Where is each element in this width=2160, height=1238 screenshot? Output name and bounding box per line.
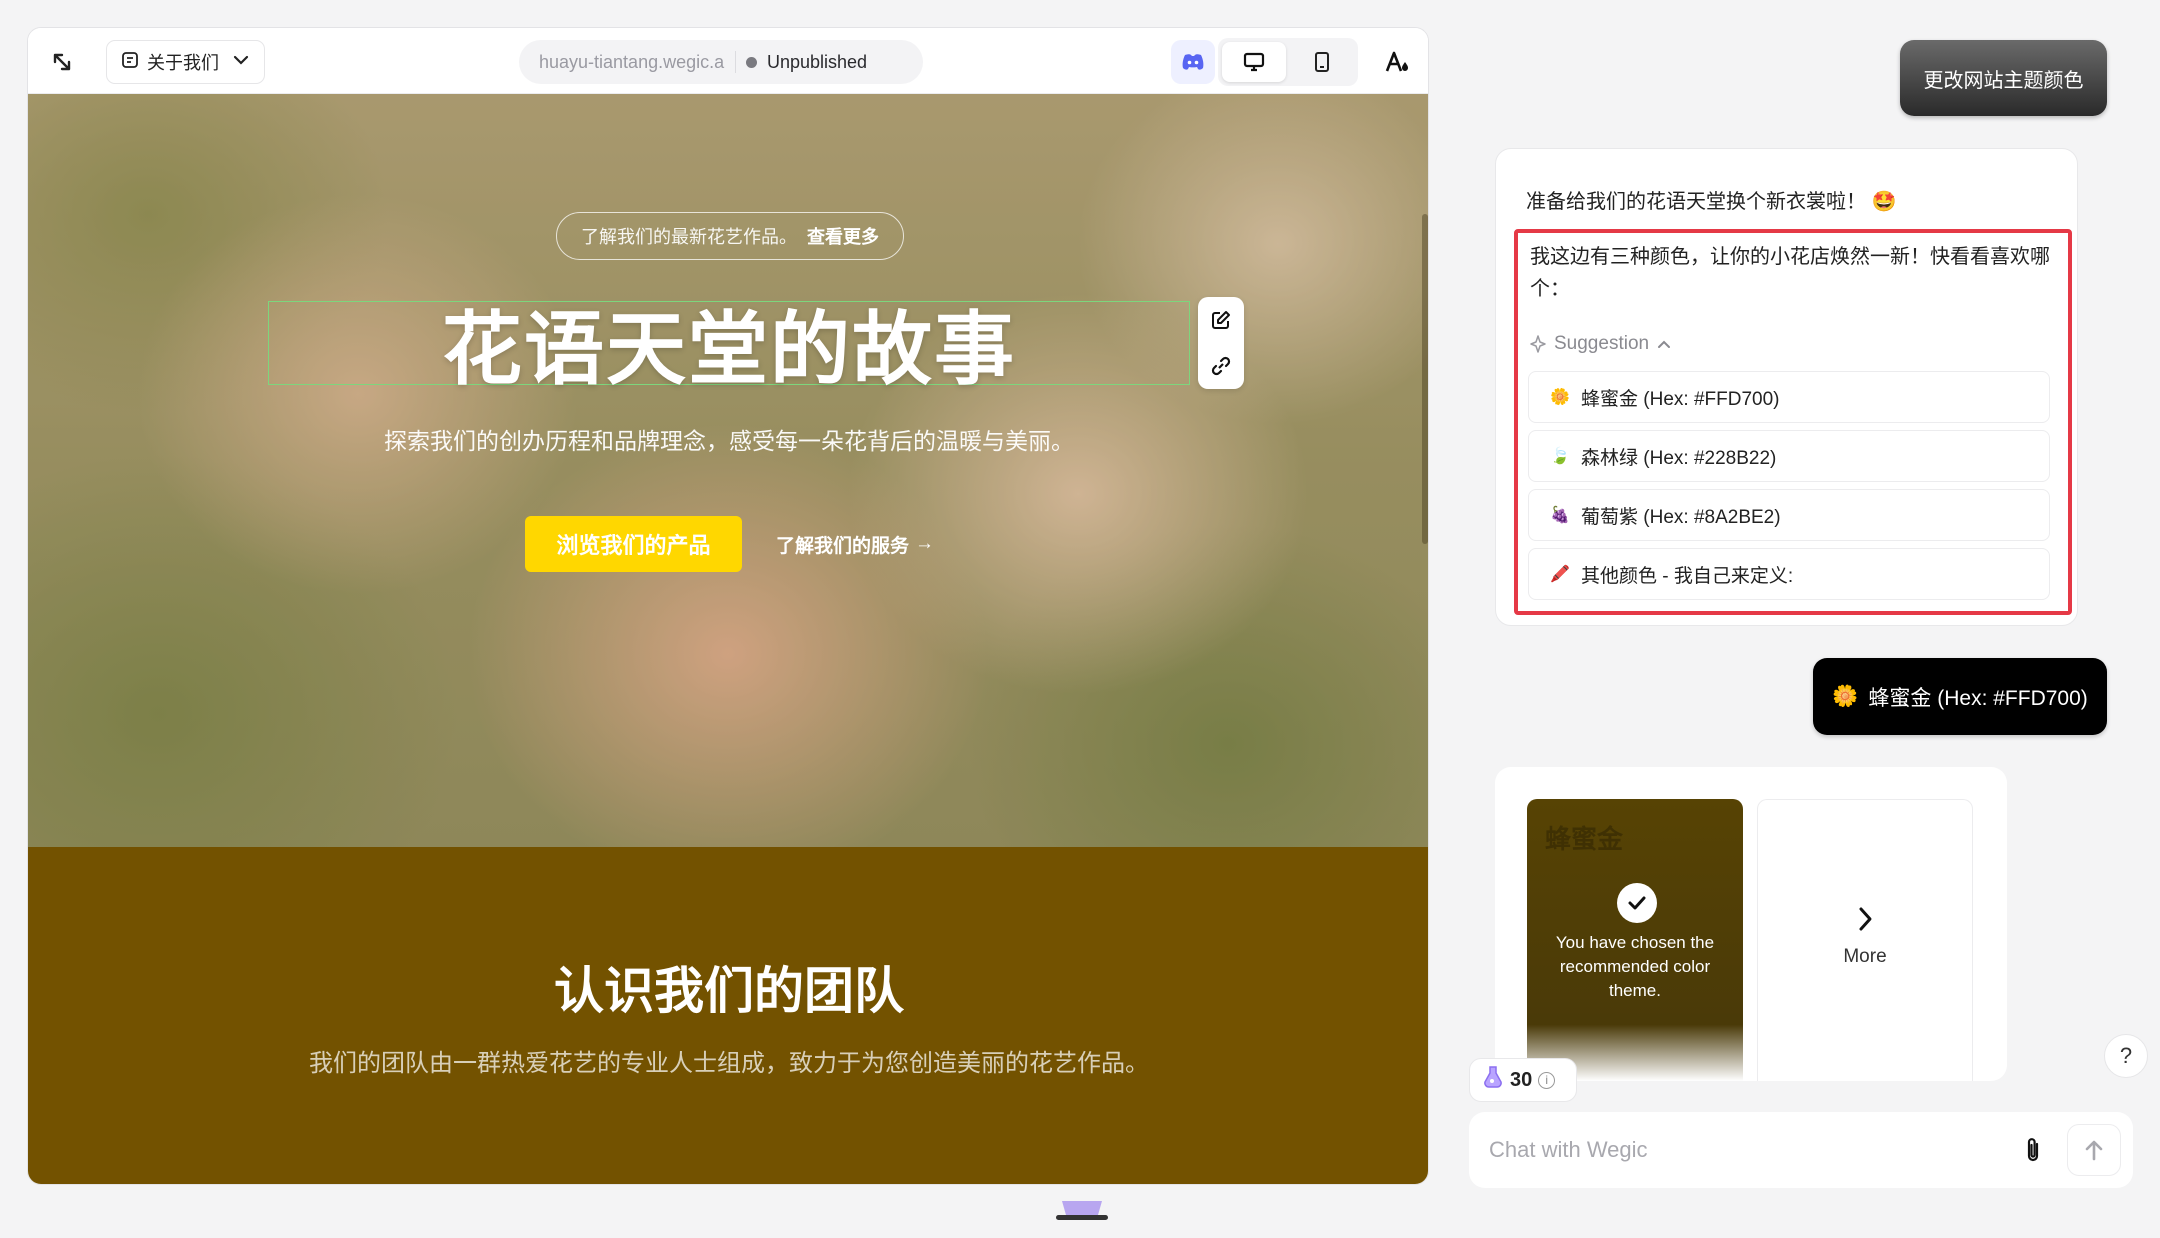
status-dot-icon [746, 56, 757, 68]
ai-intro-text: 准备给我们的花语天堂换个新衣裳啦！ 🤩 [1526, 185, 1896, 214]
crayon-emoji-icon: 🖍️ [1550, 566, 1570, 583]
discord-icon[interactable] [1171, 40, 1215, 84]
check-icon [1617, 883, 1657, 923]
page-selector-label: 关于我们 [147, 53, 219, 73]
hero-subtitle: 探索我们的创办历程和品牌理念，感受每一朵花背后的温暖与美丽。 [384, 428, 1074, 454]
leaf-emoji-icon: 🍃 [1550, 448, 1570, 465]
info-icon[interactable]: i [1538, 1071, 1556, 1089]
change-theme-color-button[interactable]: 更改网站主题颜色 [1900, 40, 2107, 116]
expand-icon[interactable] [44, 44, 80, 80]
user-message-text: 蜂蜜金 (Hex: #FFD700) [1868, 686, 2088, 710]
desktop-view-button[interactable] [1222, 42, 1286, 82]
chat-input[interactable] [1489, 1126, 2009, 1174]
team-title: 认识我们的团队 [554, 963, 904, 1019]
suggestion-label: 其他颜色 - 我自己来定义: [1581, 565, 1794, 587]
announcement-text: 了解我们的最新花艺作品。 [581, 227, 797, 247]
arrow-right-icon: → [915, 533, 935, 554]
help-button[interactable]: ? [2104, 1034, 2148, 1078]
paperclip-icon[interactable] [2013, 1130, 2053, 1170]
chosen-theme-card[interactable]: 蜂蜜金 You have chosen the recommended colo… [1527, 799, 1743, 1081]
hero-section: 了解我们的最新花艺作品。 查看更多 花语天堂的故事 探索我们的创办历程和品牌理念… [28, 94, 1428, 847]
announcement-link[interactable]: 查看更多 [807, 223, 879, 249]
suggestion-honey-gold[interactable]: 🌼 蜂蜜金 (Hex: #FFD700) [1528, 371, 2050, 423]
suggestion-label: Suggestion [1554, 333, 1650, 354]
potion-icon [1482, 1065, 1504, 1095]
user-message-bubble: 🌼 蜂蜜金 (Hex: #FFD700) [1813, 658, 2107, 735]
site-url[interactable]: huayu-tiantang.wegic.app [539, 52, 725, 73]
mobile-view-button[interactable] [1290, 42, 1354, 82]
suggestion-label: 蜂蜜金 (Hex: #FFD700) [1581, 388, 1780, 410]
star-eyes-emoji-icon: 🤩 [1871, 191, 1897, 213]
learn-services-link[interactable]: 了解我们的服务 → [776, 516, 934, 572]
ai-message-card: 准备给我们的花语天堂换个新衣裳啦！ 🤩 我这边有三种颜色，让你的小花店焕然一新！… [1495, 148, 2078, 626]
link-icon[interactable] [1210, 355, 1232, 377]
suggestion-toggle[interactable]: Suggestion [1530, 333, 1671, 355]
arrow-up-icon [2085, 1140, 2103, 1161]
font-style-icon[interactable] [1380, 44, 1416, 80]
site-url-bar[interactable]: huayu-tiantang.wegic.app Unpublished [519, 40, 923, 84]
chat-input-bar [1469, 1112, 2133, 1188]
highlight-box: 我这边有三种颜色，让你的小花店焕然一新！快看看喜欢哪个： Suggestion … [1514, 229, 2072, 615]
chevron-right-icon [1758, 906, 1972, 932]
suggestion-grape-purple[interactable]: 🍇 葡萄紫 (Hex: #8A2BE2) [1528, 489, 2050, 541]
ai-intro-label: 准备给我们的花语天堂换个新衣裳啦！ [1526, 191, 1866, 213]
more-label: More [1843, 946, 1887, 967]
suggestion-label: 森林绿 (Hex: #228B22) [1581, 447, 1777, 469]
credits-count: 30 [1510, 1068, 1533, 1091]
chosen-theme-text: You have chosen the recommended color th… [1555, 933, 1715, 1000]
chevron-up-icon [1658, 340, 1671, 348]
title-edit-toolbar [1198, 297, 1244, 389]
suggestion-custom-color[interactable]: 🖍️ 其他颜色 - 我自己来定义: [1528, 548, 2050, 600]
theme-card-ghost-title: 蜂蜜金 [1545, 824, 1624, 854]
learn-services-label: 了解我们的服务 [776, 535, 910, 557]
edit-icon[interactable] [1210, 309, 1232, 331]
announcement-pill[interactable]: 了解我们的最新花艺作品。 查看更多 [556, 212, 904, 260]
browse-products-button[interactable]: 浏览我们的产品 [525, 516, 742, 572]
theme-choice-area: 蜂蜜金 You have chosen the recommended colo… [1495, 767, 2007, 1081]
sparkle-icon [1530, 335, 1546, 353]
suggestion-forest-green[interactable]: 🍃 森林绿 (Hex: #228B22) [1528, 430, 2050, 482]
send-button[interactable] [2067, 1124, 2121, 1176]
device-toggle [1218, 38, 1358, 86]
blossom-emoji-icon: 🌼 [1832, 684, 1859, 708]
hero-title[interactable]: 花语天堂的故事 [442, 285, 1016, 401]
ai-message-text: 我这边有三种颜色，让你的小花店焕然一新！快看看喜欢哪个： [1530, 246, 2050, 300]
url-divider [735, 51, 736, 73]
phone-icon [1315, 52, 1329, 72]
monitor-icon [1243, 52, 1265, 72]
hero-title-selection[interactable]: 花语天堂的故事 [268, 301, 1190, 394]
hero-image-overlay [28, 94, 1428, 847]
website-preview-panel: 关于我们 huayu-tiantang.wegic.app Unpublishe… [27, 27, 1429, 1185]
blossom-emoji-icon: 🌼 [1550, 389, 1570, 406]
preview-toolbar: 关于我们 huayu-tiantang.wegic.app Unpublishe… [28, 28, 1428, 94]
more-themes-card[interactable]: More [1757, 799, 1973, 1081]
grape-emoji-icon: 🍇 [1550, 507, 1570, 524]
panel-drag-handle-icon[interactable] [1054, 1197, 1110, 1223]
chevron-down-icon [232, 51, 250, 74]
team-subtitle: 我们的团队由一群热爱花艺的专业人士组成，致力于为您创造美丽的花艺作品。 [309, 1050, 1149, 1077]
publish-status: Unpublished [767, 51, 868, 72]
credits-badge[interactable]: 30 i [1469, 1058, 1577, 1102]
preview-scrollbar[interactable] [1422, 214, 1428, 544]
suggestion-label: 葡萄紫 (Hex: #8A2BE2) [1581, 506, 1781, 528]
team-section: 认识我们的团队 我们的团队由一群热爱花艺的专业人士组成，致力于为您创造美丽的花艺… [28, 847, 1428, 1184]
page-icon [121, 51, 139, 74]
page-selector[interactable]: 关于我们 [106, 40, 265, 84]
